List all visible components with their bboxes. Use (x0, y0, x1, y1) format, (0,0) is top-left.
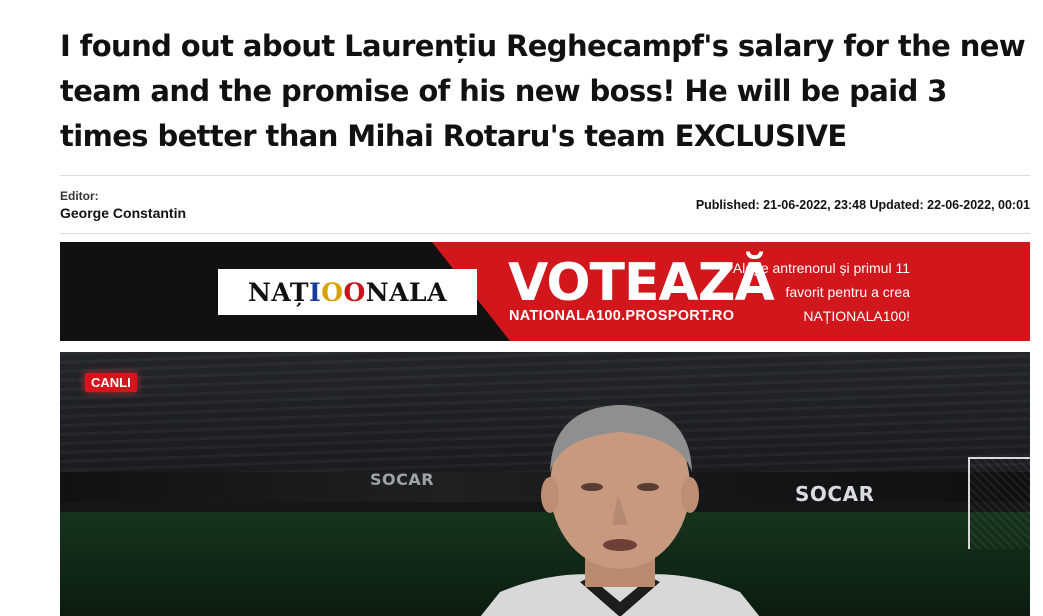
logo-part-3: O (321, 277, 344, 307)
editor-label: Editor: (60, 189, 99, 203)
sponsor-board-2: SOCAR (795, 482, 875, 506)
article-video[interactable]: SOCAR SOCAR CANLI (60, 352, 1030, 616)
cta-line-3: NAȚIONALA100! (803, 308, 910, 324)
nationala-logo: NAȚIOONALA (218, 269, 477, 315)
nationala-vote-banner[interactable]: NAȚIOONALA VOTEAZĂ NATIONALA100.PROSPORT… (60, 242, 1030, 341)
article: I found out about Laurențiu Reghecampf's… (60, 0, 1030, 616)
logo-part-4: O (343, 277, 366, 307)
live-channel-badge: CANLI (85, 373, 137, 392)
editor-name-link[interactable]: George Constantin (60, 205, 186, 221)
sponsor-board-1: SOCAR (370, 470, 435, 489)
article-meta: Editor: George Constantin Published: 21-… (60, 175, 1030, 234)
cta-line-1: Alege antrenorul și primul 11 (732, 260, 910, 276)
logo-part-1: NAȚ (248, 277, 309, 307)
nationala-logo-text: NAȚIOONALA (248, 278, 447, 307)
logo-part-5: NALA (365, 277, 447, 307)
publish-dates: Published: 21-06-2022, 23:48 Updated: 22… (695, 198, 1030, 212)
logo-part-2: I (309, 277, 322, 307)
vote-cta: Alege antrenorul și primul 11 favorit pe… (710, 256, 910, 328)
article-headline: I found out about Laurențiu Reghecampf's… (60, 29, 1026, 153)
coach-figure (480, 405, 760, 616)
vote-url: NATIONALA100.PROSPORT.RO (509, 308, 735, 324)
cta-line-2: favorit pentru a crea (785, 284, 910, 300)
goal-net (968, 457, 1030, 549)
